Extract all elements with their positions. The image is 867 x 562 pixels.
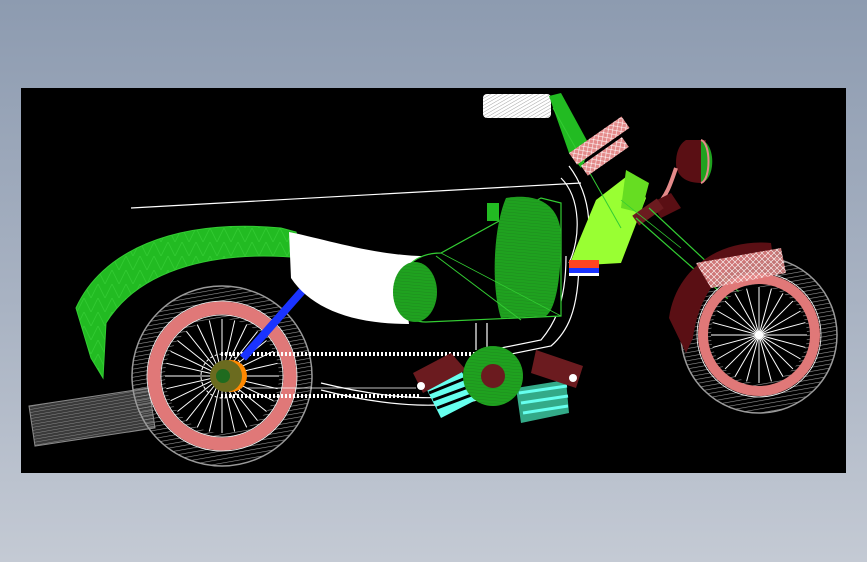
motorcycle-drawing bbox=[28, 93, 838, 467]
cad-viewport bbox=[21, 88, 846, 473]
fuel-tank bbox=[393, 196, 562, 323]
engine bbox=[413, 346, 583, 423]
